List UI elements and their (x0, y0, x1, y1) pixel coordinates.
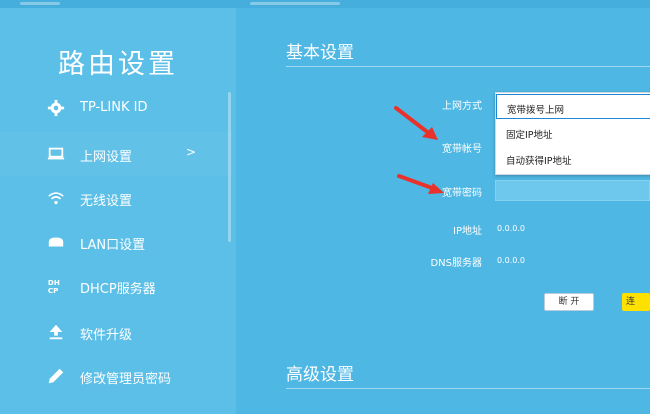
sidebar-item-wireless[interactable]: 无线设置 (0, 176, 232, 220)
top-bar-fragment (20, 2, 60, 5)
sidebar-item-firmware-upgrade[interactable]: 软件升级 (0, 310, 232, 354)
sidebar-item-label: DHCP服务器 (80, 282, 156, 297)
sidebar-item-label: 无线设置 (80, 194, 133, 209)
main-panel: 基本设置 上网方式 宽带帐号 宽带密码 IP地址 0.0.0.0 DNS服务器 … (236, 8, 650, 414)
divider (286, 388, 650, 389)
sidebar-item-dhcp[interactable]: DH CP DHCP服务器 (0, 264, 232, 308)
dropdown-option-label: 自动获得IP地址 (506, 156, 572, 167)
sidebar-item-label: LAN口设置 (80, 238, 146, 253)
sidebar-item-internet-settings[interactable]: 上网设置 > (0, 132, 232, 176)
annotation-arrow-icon (394, 106, 438, 140)
sidebar-item-admin-password[interactable]: 修改管理员密码 (0, 354, 232, 398)
section-title-advanced: 高级设置 (286, 365, 354, 385)
password-field[interactable] (495, 180, 650, 201)
upload-icon (49, 324, 63, 340)
disconnect-button[interactable]: 断 开 (544, 293, 594, 311)
gear-icon (47, 99, 65, 117)
connection-type-dropdown[interactable]: 宽带拨号上网 固定IP地址 自动获得IP地址 (495, 92, 650, 175)
sidebar-item-lan[interactable]: LAN口设置 (0, 220, 232, 264)
ip-address-label: IP地址 (453, 226, 482, 237)
top-bar (0, 0, 650, 8)
top-bar-fragment (250, 2, 340, 5)
sidebar: 路由设置 TP-LINK ID 上网设置 > 无线设置 LAN口设置 DH CP… (0, 8, 236, 414)
dropdown-option-label: 宽带拨号上网 (507, 105, 565, 116)
svg-text:CP: CP (48, 286, 59, 295)
lan-icon (48, 237, 64, 247)
divider (286, 66, 650, 67)
annotation-arrow-icon (397, 174, 444, 194)
chevron-right-icon: > (186, 145, 197, 159)
laptop-icon (47, 147, 65, 160)
dns-server-value: 0.0.0.0 (497, 256, 525, 265)
sidebar-scrollbar[interactable] (228, 92, 231, 242)
connect-button[interactable]: 连 (622, 293, 650, 311)
sidebar-item-label: TP-LINK ID (80, 100, 148, 115)
ip-address-value: 0.0.0.0 (497, 224, 525, 233)
dns-server-label: DNS服务器 (430, 258, 482, 269)
sidebar-item-label: 修改管理员密码 (80, 372, 172, 387)
wifi-icon (48, 192, 64, 205)
sidebar-item-tplink-id[interactable]: TP-LINK ID (0, 86, 232, 130)
pencil-icon (48, 368, 64, 384)
sidebar-title: 路由设置 (58, 49, 178, 80)
dropdown-option-static-ip[interactable]: 固定IP地址 (496, 120, 650, 145)
dhcp-icon: DH CP (48, 278, 60, 295)
dropdown-option-pppoe[interactable]: 宽带拨号上网 (496, 94, 650, 119)
dropdown-option-dynamic-ip[interactable]: 自动获得IP地址 (496, 146, 650, 171)
sidebar-item-label: 软件升级 (80, 328, 133, 343)
dropdown-option-label: 固定IP地址 (506, 130, 553, 141)
section-title-basic: 基本设置 (286, 43, 354, 63)
sidebar-item-label: 上网设置 (80, 150, 133, 165)
